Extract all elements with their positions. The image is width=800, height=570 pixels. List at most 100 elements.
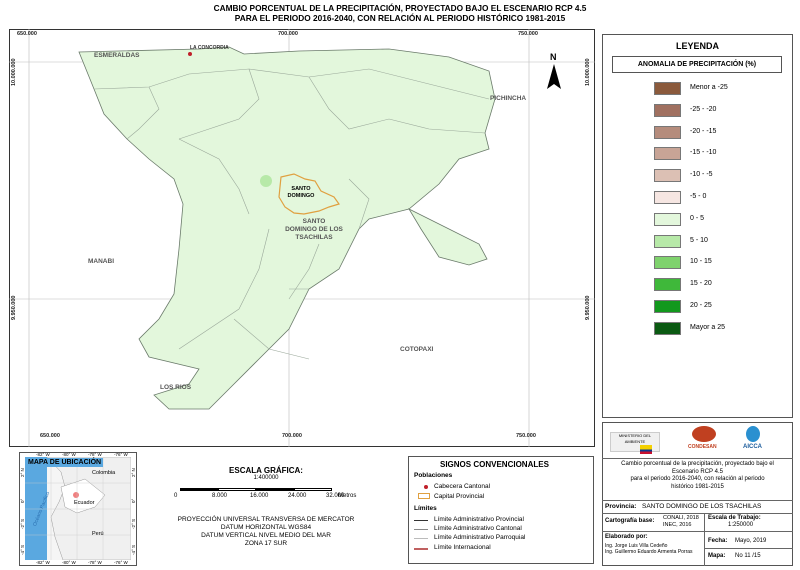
legend-label: Menor a -25	[690, 84, 728, 91]
locator-coord-label: -78° W	[88, 452, 102, 457]
cantonal-limit-symbol	[414, 529, 428, 530]
legend-swatch	[654, 300, 681, 313]
cabecera-point	[188, 52, 192, 56]
scale-segment	[218, 488, 256, 491]
signs-title: SIGNOS CONVENCIONALES	[440, 460, 549, 469]
legend-swatch	[654, 125, 681, 139]
legend-item: -25 - -20	[654, 103, 784, 117]
label-pichincha: PICHINCHA	[490, 95, 527, 102]
signs-capital: Capital Provincial	[434, 493, 485, 500]
coord-bottom-750: 750.000	[516, 433, 536, 439]
cartografia-value-1: CONALI, 2018	[663, 515, 699, 521]
locator-coord-label: 0°	[131, 498, 136, 503]
label-manabi: MANABI	[88, 258, 114, 265]
coord-bottom-700: 700.000	[282, 433, 302, 439]
scale-segment	[294, 488, 332, 491]
coord-bottom-650: 650.000	[40, 433, 60, 439]
scale-segment	[256, 488, 294, 491]
locator-coord-label: -4° S	[131, 544, 136, 555]
legend-item: -10 - -5	[654, 169, 784, 183]
scale-segment	[180, 488, 218, 491]
legend-item: Menor a -25	[654, 82, 784, 95]
projection-block: PROYECCIÓN UNIVERSAL TRANSVERSA DE MERCA…	[142, 516, 390, 548]
info-divider-2	[602, 500, 793, 501]
elaborado-label: Elaborado por:	[605, 534, 648, 540]
locator-colombia: Colombia	[92, 470, 116, 476]
province-label-line-1: SANTO	[302, 218, 326, 225]
description-line-3: para el periodo 2016-2040, con relación …	[630, 476, 765, 482]
scale-title: ESCALA GRÁFICA:	[229, 466, 303, 475]
cartografia-value-2: INEC, 2016	[663, 522, 692, 528]
ecuador-flag-icon	[640, 445, 652, 454]
signs-limites: Límites	[414, 505, 437, 512]
aicca-drop-icon	[746, 426, 760, 442]
legend-item: 20 - 25	[654, 300, 784, 313]
locator-coord-label: -80° W	[62, 560, 76, 565]
legend-label: -15 - -10	[690, 149, 717, 157]
signs-cabecera: Cabecera Cantonal	[434, 483, 491, 490]
anomaly-5-10-spot	[260, 175, 272, 187]
legend-label: 15 - 20	[690, 280, 712, 288]
map-title: CAMBIO PORCENTUAL DE LA PRECIPITACIÓN, P…	[0, 3, 800, 23]
legend-label: -25 - -20	[690, 105, 717, 113]
info-divider-1	[602, 458, 793, 459]
coord-top-700: 700.000	[278, 31, 298, 37]
study-area-marker	[73, 492, 79, 498]
escala-value: 1:250000	[728, 522, 754, 528]
international-limit-symbol	[414, 548, 428, 550]
legend-swatch	[654, 278, 681, 292]
legend-label: -10 - -5	[690, 171, 713, 179]
north-arrow-icon	[547, 64, 561, 89]
legend-label: 20 - 25	[690, 302, 712, 309]
elaborado-person-2: Ing. Guillermo Eduardo Armenta Porras	[605, 549, 693, 555]
signs-lim-int: Límite Internacional	[434, 544, 491, 551]
fecha-label: Fecha:	[708, 538, 728, 544]
legend-item: 10 - 15	[654, 256, 784, 270]
locator-coord-label: -82° W	[36, 560, 50, 565]
locator-coord-label: -78° W	[88, 560, 102, 565]
projection-line-2: DATUM HORIZONTAL WGS84	[220, 524, 312, 531]
description-line-1: Cambio porcentual de la precipitación, p…	[621, 461, 774, 467]
provincia-label: Provincia:	[605, 503, 637, 510]
scale-tick-label: 8.000	[212, 493, 228, 499]
aicca-logo: AICCA	[743, 444, 762, 450]
legend-item: Mayor a 25	[654, 321, 784, 335]
info-divider-5	[704, 548, 793, 549]
legend-swatch	[654, 82, 681, 95]
scale-unit: Metros	[338, 493, 357, 499]
locator-coord-label: -2° S	[131, 518, 136, 529]
locator-title: MAPA DE UBICACIÓN	[26, 458, 104, 467]
ministerio-logo: MINISTERIO DEL AMBIENTE	[610, 432, 660, 452]
legend-label: 10 - 15	[690, 258, 712, 266]
legend-swatch	[654, 256, 681, 270]
legend-item: -15 - -10	[654, 147, 784, 161]
scale-tick-label: 24.000	[288, 493, 307, 499]
provincial-limit-symbol	[414, 520, 428, 521]
legend-item: -5 - 0	[654, 191, 784, 204]
label-province: SANTO DOMINGO DE LOS TSACHILAS	[282, 218, 346, 242]
coord-left-9950000: 9.950.000	[11, 295, 17, 320]
locator-coord-label: -2° S	[20, 518, 25, 529]
scale-block: ESCALA GRÁFICA: 1:400000	[142, 466, 390, 481]
north-label: N	[550, 52, 557, 62]
capital-symbol	[418, 493, 430, 499]
info-divider-3	[602, 513, 793, 514]
signs-lim-cant: Límite Administrativo Cantonal	[434, 525, 522, 532]
title-line-1: CAMBIO PORCENTUAL DE LA PRECIPITACIÓN, P…	[213, 3, 587, 13]
info-description: Cambio porcentual de la precipitación, p…	[602, 461, 793, 491]
locator-coord-label: 0°	[20, 498, 25, 503]
locator-coord-label: -82° W	[36, 452, 50, 457]
signs-lim-prov: Límite Administrativo Provincial	[434, 516, 524, 523]
legend-label: Mayor a 25	[690, 323, 726, 331]
legend-swatch	[654, 169, 681, 183]
province-lobe	[407, 208, 488, 266]
locator-coord-label: 2° N	[20, 468, 25, 477]
legend-item: 5 - 10	[654, 234, 784, 248]
legend-swatch	[654, 103, 681, 117]
locator-coord-label: -76° W	[114, 560, 128, 565]
legend-label: 0 - 5	[690, 214, 705, 222]
capital-label-line-1: SANTO	[291, 186, 311, 192]
locator-ecuador: Ecuador	[74, 500, 95, 506]
legend-subtitle: ANOMALIA DE PRECIPITACIÓN (%)	[637, 61, 757, 68]
description-line-2: Escenario RCP 4.5	[672, 468, 723, 475]
